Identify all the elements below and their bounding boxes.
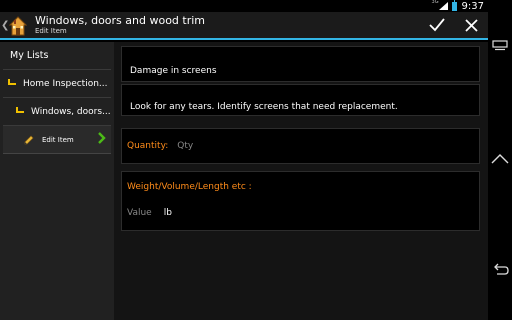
sidebar-item-label: Home Inspection... (23, 78, 108, 89)
measure-section: Weight/Volume/Length etc : Value lb (121, 171, 480, 231)
action-bar-actions (420, 12, 488, 38)
battery-icon (451, 0, 457, 11)
measure-label: Weight/Volume/Length etc : (127, 182, 252, 192)
sidebar-item-edit-item[interactable]: Edit Item (3, 126, 111, 154)
sidebar-heading-label: My Lists (10, 50, 49, 61)
description-field[interactable]: Look for any tears. Identify screens tha… (121, 84, 480, 116)
signal-icon: 3G (432, 0, 448, 10)
back-icon[interactable] (490, 262, 510, 278)
system-navigation-bar (488, 0, 512, 320)
close-icon[interactable] (454, 12, 488, 38)
level-arrow-icon (8, 78, 16, 89)
pencil-icon (24, 135, 34, 145)
house-icon[interactable] (8, 16, 28, 36)
measure-value-input[interactable]: Value (127, 208, 152, 218)
quantity-row: Quantity: Qty (121, 128, 480, 164)
window-title: Windows, doors and wood trim (35, 13, 206, 27)
sidebar-item-label: Windows, doors... (31, 106, 111, 117)
action-bar-titles: Windows, doors and wood trim Edit Item (35, 13, 206, 36)
quantity-input[interactable]: Qty (177, 141, 193, 151)
item-name-value: Damage in screens (130, 66, 217, 76)
description-value: Look for any tears. Identify screens tha… (130, 102, 398, 112)
up-navigation-icon[interactable]: ❮ (1, 20, 9, 31)
measure-unit[interactable]: lb (164, 208, 172, 218)
chevron-right-icon (98, 131, 106, 148)
sidebar-item-home-inspection[interactable]: Home Inspection... (3, 70, 111, 98)
level-arrow-icon (16, 106, 24, 117)
sidebar-item-windows-doors[interactable]: Windows, doors... (3, 98, 111, 126)
check-icon[interactable] (420, 12, 454, 38)
measure-row: Value lb (127, 208, 474, 218)
clock: 9:37 (461, 0, 484, 12)
recent-apps-icon[interactable] (490, 38, 510, 54)
sidebar-heading: My Lists (3, 42, 111, 70)
item-name-field[interactable]: Damage in screens (121, 46, 480, 82)
action-bar: ❮ Windows, doors and wood trim Edit Item (0, 12, 488, 40)
main-content: Damage in screens Look for any tears. Id… (114, 42, 488, 320)
home-icon[interactable] (490, 151, 510, 167)
quantity-label: Quantity: (127, 141, 169, 151)
status-bar: 3G 9:37 (0, 0, 488, 12)
network-type: 3G (431, 0, 439, 5)
sidebar: My Lists Home Inspection... Windows, doo… (0, 42, 114, 320)
sidebar-item-label: Edit Item (42, 135, 74, 144)
window-subtitle: Edit Item (35, 26, 67, 35)
